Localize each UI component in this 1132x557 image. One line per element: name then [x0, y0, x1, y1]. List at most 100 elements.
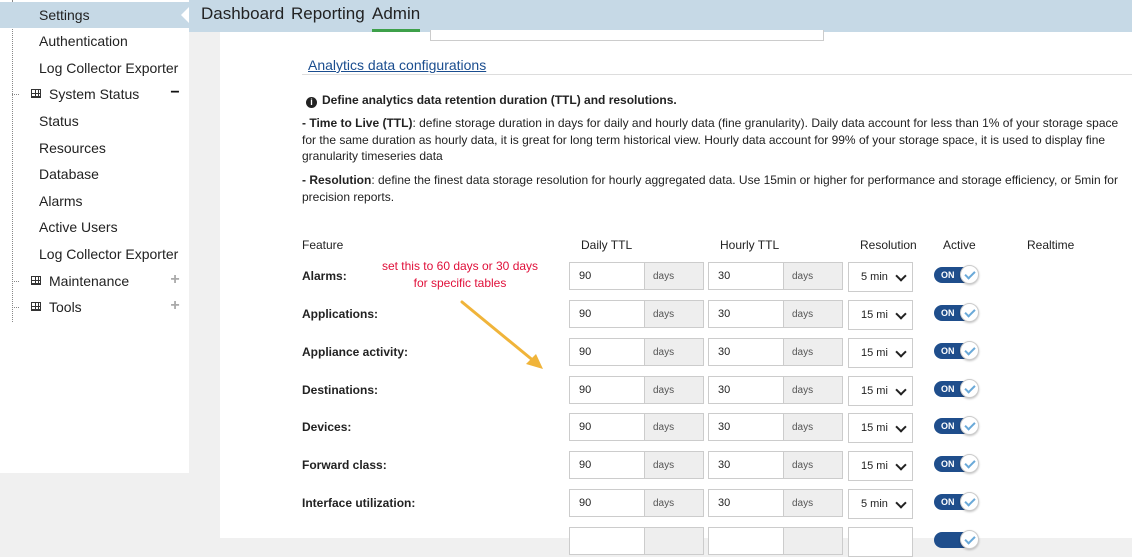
sidebar-item-label: Log Collector Exporter — [39, 246, 179, 262]
tab-admin[interactable]: Admin — [372, 4, 421, 32]
expand-icon[interactable]: + — [168, 268, 182, 294]
sidebar-item-label: Database — [39, 166, 99, 182]
hourly-ttl-input[interactable]: 30 days — [708, 300, 843, 328]
table-row: Destinations: 90 days 30 days 15 mi ON — [220, 376, 1132, 406]
daily-ttl-value[interactable]: 90 — [579, 377, 639, 403]
hourly-ttl-value[interactable]: 30 — [718, 490, 778, 516]
resolution-select[interactable]: 5 min — [848, 262, 913, 292]
hourly-ttl-value[interactable]: 30 — [718, 452, 778, 478]
table-row: Interface utilization: 90 days 30 days 5… — [220, 489, 1132, 519]
daily-ttl-value[interactable]: 90 — [579, 452, 639, 478]
active-toggle[interactable]: ON — [934, 416, 980, 437]
hourly-ttl-input[interactable]: 30 days — [708, 262, 843, 290]
info-heading: i Define analytics data retention duratio… — [306, 93, 677, 108]
hourly-ttl-input[interactable]: 30 days — [708, 413, 843, 441]
daily-ttl-input[interactable] — [569, 527, 704, 555]
daily-ttl-value[interactable]: 90 — [579, 301, 639, 327]
sidebar-item-label: Maintenance — [49, 273, 130, 289]
daily-ttl-input[interactable]: 90 days — [569, 300, 704, 328]
hourly-ttl-value[interactable]: 30 — [718, 414, 778, 440]
sidebar-item-alarms[interactable]: Alarms — [0, 188, 189, 214]
sidebar-item-log-collector-exporter[interactable]: Log Collector Exporter — [0, 55, 189, 81]
hourly-ttl-input[interactable]: 30 days — [708, 338, 843, 366]
chevron-down-icon — [895, 270, 907, 282]
table-row: Appliance activity: 90 days 30 days 15 m… — [220, 338, 1132, 368]
active-toggle[interactable]: ON — [934, 379, 980, 400]
daily-ttl-input[interactable]: 90 days — [569, 489, 704, 517]
resolution-select[interactable]: 15 mi — [848, 338, 913, 368]
resolution-label: - Resolution — [302, 173, 372, 187]
chevron-down-icon — [895, 308, 907, 320]
resolution-select[interactable]: 15 mi — [848, 300, 913, 330]
expand-icon[interactable]: + — [168, 294, 182, 320]
resolution-select[interactable]: 5 min — [848, 489, 913, 519]
hourly-ttl-value[interactable]: 30 — [718, 301, 778, 327]
resolution-select[interactable] — [848, 527, 913, 557]
header-active: Active — [943, 238, 976, 252]
annotation-arrow-icon — [460, 300, 543, 369]
daily-ttl-input[interactable]: 90 days — [569, 338, 704, 366]
resolution-select[interactable]: 15 mi — [848, 413, 913, 443]
daily-ttl-input[interactable]: 90 days — [569, 451, 704, 479]
hourly-ttl-value[interactable]: 30 — [718, 339, 778, 365]
hourly-ttl-value[interactable]: 30 — [718, 263, 778, 289]
daily-ttl-value[interactable]: 90 — [579, 263, 639, 289]
active-toggle[interactable]: ON — [934, 341, 980, 362]
sidebar-group-tools[interactable]: Tools + — [0, 294, 189, 320]
hourly-ttl-input[interactable] — [708, 527, 843, 555]
hourly-ttl-input[interactable]: 30 days — [708, 451, 843, 479]
header-hourly-ttl: Hourly TTL — [720, 238, 780, 252]
active-toggle[interactable]: ON — [934, 492, 980, 513]
check-icon — [960, 379, 979, 398]
tab-reporting[interactable]: Reporting — [291, 4, 365, 24]
header-daily-ttl: Daily TTL — [581, 238, 633, 252]
resolution-value: 15 mi — [861, 460, 888, 472]
feature-label: Devices: — [302, 420, 352, 434]
feature-label: Applications: — [302, 307, 379, 321]
sidebar-item-resources[interactable]: Resources — [0, 135, 189, 161]
sidebar-item-settings[interactable]: Settings — [0, 2, 189, 28]
sidebar-item-label: Status — [39, 113, 79, 129]
hourly-ttl-input[interactable]: 30 days — [708, 489, 843, 517]
chevron-down-icon — [895, 421, 907, 433]
resolution-select[interactable]: 15 mi — [848, 451, 913, 481]
sidebar-item-label: Tools — [49, 299, 82, 315]
sidebar-item-label: System Status — [49, 86, 140, 102]
tree-connector — [12, 281, 19, 282]
active-toggle[interactable]: ON — [934, 265, 980, 286]
tab-dashboard[interactable]: Dashboard — [201, 4, 284, 24]
unit-label: days — [783, 263, 842, 289]
daily-ttl-input[interactable]: 90 days — [569, 262, 704, 290]
sidebar-item-authentication[interactable]: Authentication — [0, 28, 189, 54]
unit-label — [644, 528, 703, 554]
table-row: Devices: 90 days 30 days 15 mi ON — [220, 413, 1132, 443]
active-toggle[interactable] — [934, 530, 980, 551]
daily-ttl-input[interactable]: 90 days — [569, 376, 704, 404]
sidebar-item-log-collector-exporter-2[interactable]: Log Collector Exporter — [0, 241, 189, 267]
sidebar-item-active-users[interactable]: Active Users — [0, 214, 189, 240]
header-feature: Feature — [302, 238, 344, 252]
resolution-value: 15 mi — [861, 385, 888, 397]
resolution-value: 15 mi — [861, 347, 888, 359]
unit-label: days — [783, 452, 842, 478]
previous-section-box — [430, 30, 824, 41]
section-link-analytics[interactable]: Analytics data configurations — [308, 57, 486, 73]
ttl-text: : define storage duration in days for da… — [302, 116, 1119, 163]
sidebar-group-system-status[interactable]: System Status − — [0, 81, 189, 107]
sidebar-item-database[interactable]: Database — [0, 161, 189, 187]
daily-ttl-value[interactable]: 90 — [579, 490, 639, 516]
sidebar-item-label: Alarms — [39, 193, 83, 209]
sidebar-group-maintenance[interactable]: Maintenance + — [0, 268, 189, 294]
hourly-ttl-value[interactable]: 30 — [718, 377, 778, 403]
active-toggle[interactable]: ON — [934, 454, 980, 475]
resolution-text: : define the finest data storage resolut… — [302, 173, 1118, 204]
daily-ttl-value[interactable]: 90 — [579, 414, 639, 440]
daily-ttl-input[interactable]: 90 days — [569, 413, 704, 441]
sidebar-item-status[interactable]: Status — [0, 108, 189, 134]
collapse-icon[interactable]: − — [168, 81, 182, 107]
daily-ttl-value[interactable]: 90 — [579, 339, 639, 365]
hourly-ttl-input[interactable]: 30 days — [708, 376, 843, 404]
active-toggle[interactable]: ON — [934, 303, 980, 324]
resolution-select[interactable]: 15 mi — [848, 376, 913, 406]
info-icon: i — [306, 97, 317, 108]
